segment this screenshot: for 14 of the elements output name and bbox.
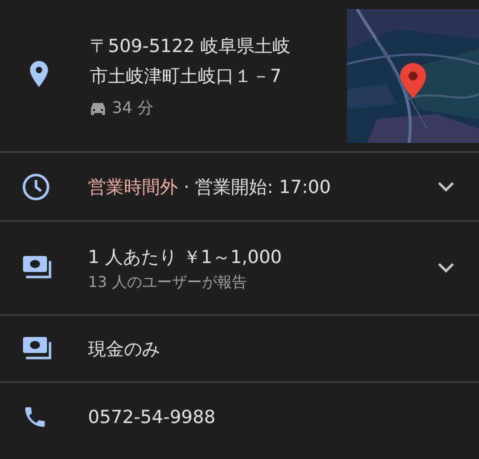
cash-icon — [22, 336, 54, 362]
payment-text: 現金のみ — [88, 338, 161, 360]
chevron-down-icon[interactable] — [437, 262, 455, 274]
phone-number[interactable]: 0572-54-9988 — [88, 406, 455, 428]
clock-icon — [22, 172, 50, 200]
chevron-down-icon[interactable] — [437, 180, 455, 192]
location-pin-icon — [30, 60, 48, 86]
drive-time: 34 分 — [112, 98, 154, 119]
hours-text: 営業時間外 · 営業開始: 17:00 — [88, 176, 332, 198]
price-text: 1 人あたり ￥1～1,000 — [88, 246, 283, 268]
report-count: 13 人のユーザーが報告 — [88, 272, 248, 292]
cash-icon — [22, 255, 54, 281]
car-icon — [90, 102, 106, 116]
address-text: 〒509-5122 岐阜県土岐市土岐津町土岐口１－7 — [90, 35, 292, 89]
